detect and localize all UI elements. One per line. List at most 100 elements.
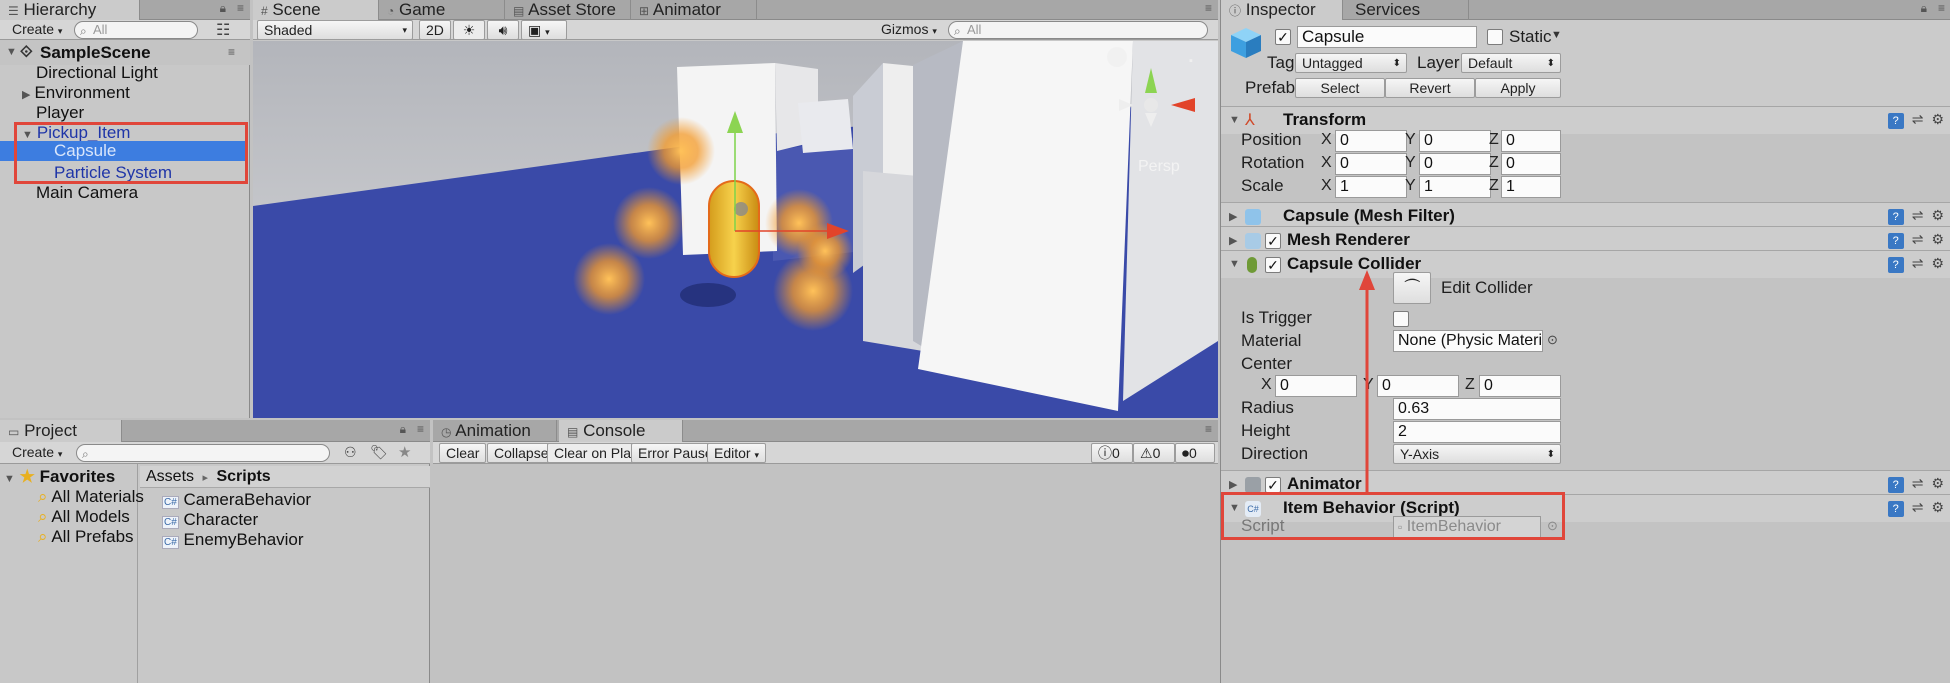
fold-closed-icon[interactable]: ▶ bbox=[1229, 210, 1237, 223]
settings-gear-icon[interactable]: ⚙ bbox=[1931, 475, 1944, 492]
panel-menu-icon[interactable]: ≡ bbox=[237, 1, 244, 15]
fold-open-icon[interactable]: ▼ bbox=[4, 473, 15, 485]
lock-icon[interactable]: 🔒︎ bbox=[400, 422, 406, 437]
fold-closed-icon[interactable]: ▶ bbox=[1229, 234, 1237, 247]
static-dropdown-icon[interactable]: ▼ bbox=[1551, 29, 1562, 41]
prefab-revert-button[interactable]: Revert bbox=[1385, 78, 1475, 98]
tab-scene[interactable]: # Scene bbox=[253, 0, 379, 20]
capsule-collider-enabled-checkbox[interactable]: ✓ bbox=[1265, 257, 1281, 273]
gizmos-dropdown[interactable]: Gizmos ▾ bbox=[875, 20, 943, 40]
settings-gear-icon[interactable]: ⚙ bbox=[1931, 255, 1944, 272]
panel-menu-icon[interactable]: ≡ bbox=[417, 422, 424, 436]
scene-search-input[interactable]: ⌕ All bbox=[948, 21, 1208, 39]
tab-animation[interactable]: ◷ Animation bbox=[433, 420, 557, 442]
panel-menu-icon[interactable]: ≡ bbox=[1938, 1, 1945, 15]
favorite-star-icon[interactable]: ★ bbox=[398, 443, 411, 461]
help-icon[interactable]: ? bbox=[1887, 501, 1904, 517]
object-name-field[interactable]: Capsule bbox=[1297, 26, 1477, 48]
tab-services[interactable]: Services bbox=[1343, 0, 1469, 20]
capsule-object[interactable] bbox=[708, 180, 760, 278]
layer-dropdown[interactable]: Default ⬍ bbox=[1461, 53, 1561, 73]
settings-gear-icon[interactable]: ⚙ bbox=[1931, 207, 1944, 224]
tab-console[interactable]: ▤ Console bbox=[559, 420, 683, 442]
position-x-field[interactable]: 0 bbox=[1335, 130, 1407, 152]
animator-enabled-checkbox[interactable]: ✓ bbox=[1265, 477, 1281, 493]
position-y-field[interactable]: 0 bbox=[1419, 130, 1491, 152]
mesh-renderer-enabled-checkbox[interactable]: ✓ bbox=[1265, 233, 1281, 249]
center-x-field[interactable]: 0 bbox=[1275, 375, 1357, 397]
tab-asset-store[interactable]: ▤ Asset Store bbox=[505, 0, 631, 20]
edit-collider-button[interactable]: ⏜ bbox=[1393, 272, 1431, 304]
material-field[interactable]: None (Physic Material) bbox=[1393, 330, 1543, 352]
rotation-x-field[interactable]: 0 bbox=[1335, 153, 1407, 175]
lock-icon[interactable]: 🔒︎ bbox=[220, 1, 226, 16]
center-z-field[interactable]: 0 bbox=[1479, 375, 1561, 397]
project-file[interactable]: C# EnemyBehavior bbox=[162, 530, 304, 550]
effects-dropdown[interactable]: ▣ ▾ bbox=[521, 20, 567, 40]
breadcrumb-scripts[interactable]: Scripts bbox=[216, 468, 270, 485]
active-checkbox[interactable]: ✓ bbox=[1275, 29, 1291, 45]
rotation-y-field[interactable]: 0 bbox=[1419, 153, 1491, 175]
lock-icon[interactable]: 🔒︎ bbox=[1921, 1, 1927, 16]
preset-icon[interactable]: ⇌ bbox=[1912, 499, 1924, 516]
preset-icon[interactable]: ⇌ bbox=[1912, 475, 1924, 492]
project-create-button[interactable]: Create ▾ bbox=[6, 443, 68, 463]
console-log-count-toggle[interactable]: ⓘ0 bbox=[1091, 443, 1133, 463]
height-field[interactable]: 2 bbox=[1393, 421, 1561, 443]
console-warning-count-toggle[interactable]: ⚠0 bbox=[1133, 443, 1175, 463]
console-error-count-toggle[interactable]: ⏺0 bbox=[1175, 443, 1215, 463]
filter-by-label-icon[interactable]: 🏷︎ bbox=[370, 444, 388, 461]
audio-toggle[interactable]: 🔊︎ bbox=[487, 20, 519, 40]
scene-viewport[interactable]: ▪ Persp bbox=[253, 41, 1218, 418]
help-icon[interactable]: ? bbox=[1887, 113, 1904, 129]
favorite-item[interactable]: ⌕ All Models bbox=[38, 506, 130, 528]
fold-closed-icon[interactable]: ▶ bbox=[1229, 478, 1237, 491]
object-picker-icon[interactable]: ⊙ bbox=[1547, 332, 1558, 348]
perspective-label[interactable]: Persp bbox=[1138, 158, 1180, 176]
project-search-input[interactable]: ⌕ bbox=[76, 444, 330, 462]
position-z-field[interactable]: 0 bbox=[1501, 130, 1561, 152]
console-clear-button[interactable]: Clear bbox=[439, 443, 487, 463]
help-icon[interactable]: ? bbox=[1887, 257, 1904, 273]
tab-animator[interactable]: ⊞ Animator bbox=[631, 0, 757, 20]
capsule-collider-header[interactable]: ▼ ✓ Capsule Collider ? ⇌ ⚙ bbox=[1221, 250, 1950, 278]
prefab-apply-button[interactable]: Apply bbox=[1475, 78, 1561, 98]
static-checkbox[interactable] bbox=[1487, 29, 1503, 45]
help-icon[interactable]: ? bbox=[1887, 477, 1904, 493]
preset-icon[interactable]: ⇌ bbox=[1912, 231, 1924, 248]
preset-icon[interactable]: ⇌ bbox=[1912, 255, 1924, 272]
fold-open-icon[interactable]: ▼ bbox=[1229, 114, 1240, 126]
panel-menu-icon[interactable]: ≡ bbox=[1205, 1, 1212, 15]
fold-open-icon[interactable]: ▼ bbox=[1229, 258, 1240, 270]
settings-gear-icon[interactable]: ⚙ bbox=[1931, 499, 1944, 516]
scale-z-field[interactable]: 1 bbox=[1501, 176, 1561, 198]
prefab-select-button[interactable]: Select bbox=[1295, 78, 1385, 98]
preset-icon[interactable]: ⇌ bbox=[1912, 111, 1924, 128]
rotation-z-field[interactable]: 0 bbox=[1501, 153, 1561, 175]
hierarchy-filter-icon[interactable]: ☷ bbox=[216, 20, 230, 40]
scene-menu-icon[interactable]: ≡ bbox=[228, 40, 235, 65]
hierarchy-create-button[interactable]: Create ▾ bbox=[6, 20, 68, 40]
tab-inspector[interactable]: ⓘ Inspector bbox=[1221, 0, 1343, 20]
tab-hierarchy[interactable]: ☰ Hierarchy bbox=[0, 0, 140, 20]
pivot-handle[interactable] bbox=[734, 202, 748, 216]
help-icon[interactable]: ? bbox=[1887, 233, 1904, 249]
panel-menu-icon[interactable]: ≡ bbox=[1205, 422, 1212, 436]
scale-x-field[interactable]: 1 bbox=[1335, 176, 1407, 198]
project-file[interactable]: C# Character bbox=[162, 510, 258, 530]
direction-dropdown[interactable]: Y-Axis ⬍ bbox=[1393, 444, 1561, 464]
breadcrumb-assets[interactable]: Assets bbox=[146, 468, 194, 485]
shading-mode-dropdown[interactable]: Shaded ▾ bbox=[257, 20, 413, 40]
favorite-item[interactable]: ⌕ All Materials bbox=[38, 486, 144, 508]
project-file[interactable]: C# CameraBehavior bbox=[162, 490, 311, 510]
console-editor-dropdown[interactable]: Editor ▾ bbox=[707, 443, 766, 463]
fold-closed-icon[interactable]: ▶ bbox=[22, 89, 30, 101]
radius-field[interactable]: 0.63 bbox=[1393, 398, 1561, 420]
console-log-area[interactable] bbox=[433, 464, 1218, 683]
hierarchy-search-input[interactable]: ⌕ All bbox=[74, 21, 198, 39]
center-y-field[interactable]: 0 bbox=[1377, 375, 1459, 397]
help-icon[interactable]: ? bbox=[1887, 209, 1904, 225]
tag-dropdown[interactable]: Untagged ⬍ bbox=[1295, 53, 1407, 73]
fold-open-icon[interactable]: ▼ bbox=[6, 40, 17, 65]
console-collapse-button[interactable]: Collapse bbox=[487, 443, 556, 463]
